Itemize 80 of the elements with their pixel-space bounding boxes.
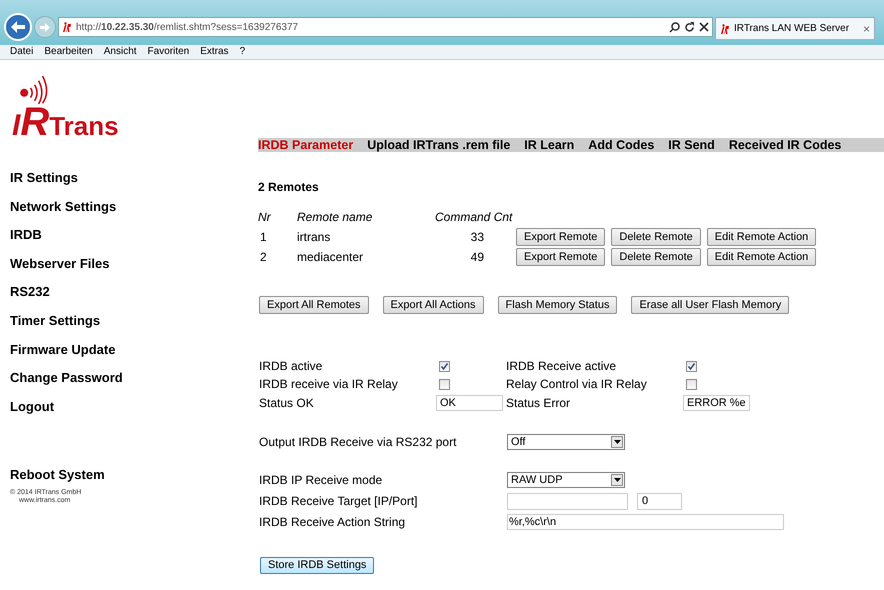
nav-tab[interactable]: IRDB Parameter	[258, 138, 354, 152]
setting-label: IRDB receive via IR Relay	[259, 377, 399, 391]
refresh-icon[interactable]	[684, 22, 695, 32]
column-header: Remote name	[297, 210, 374, 224]
favicon-icon	[62, 22, 72, 32]
dropdown[interactable]: Off	[507, 434, 625, 450]
input-field[interactable]: OK	[436, 395, 503, 411]
action-button[interactable]: Delete Remote	[611, 248, 701, 266]
menu-item[interactable]: Datei	[10, 47, 34, 57]
sidebar-link[interactable]: Network Settings	[10, 198, 250, 216]
column-header: Nr	[258, 210, 272, 224]
menu-item[interactable]: Ansicht	[104, 47, 137, 57]
reboot-link[interactable]: Reboot System	[10, 467, 250, 484]
sidebar-link[interactable]: Logout	[10, 398, 250, 416]
store-button[interactable]: Store IRDB Settings	[260, 557, 374, 574]
address-bar[interactable]: http://10.22.35.30/remlist.shtm?sess=1639276377	[58, 17, 713, 37]
sidebar-link[interactable]: IR Settings	[10, 170, 250, 187]
stop-icon[interactable]	[699, 22, 709, 32]
sidebar-link[interactable]: Timer Settings	[10, 312, 250, 330]
search-icon[interactable]	[669, 22, 680, 32]
ip-address-field[interactable]	[507, 492, 628, 510]
close-button[interactable]: ×	[862, 22, 870, 34]
sidebar-link[interactable]: Firmware Update	[10, 342, 250, 358]
flash-button[interactable]: Export All Remotes	[259, 296, 369, 314]
action-button[interactable]: Edit Remote Action	[706, 248, 816, 266]
table-cell-text: 1	[259, 230, 268, 244]
menu-item[interactable]: Favoriten	[148, 47, 190, 57]
setting-label: IRDB Receive Action String	[259, 514, 406, 531]
sidebar-link[interactable]: RS232	[10, 284, 250, 301]
back-button[interactable]	[4, 13, 32, 41]
checkbox[interactable]	[439, 360, 450, 372]
logo-text: R	[20, 102, 50, 142]
setting-label: Status Error	[506, 396, 572, 410]
menu-item[interactable]: ?	[240, 47, 246, 57]
remotes-heading: 2 Remotes	[258, 180, 320, 194]
logo-text: Trans	[49, 113, 119, 139]
sidebar-link[interactable]: Webserver Files	[10, 256, 250, 272]
nav-tab[interactable]: Upload IRTrans .rem file	[367, 138, 510, 152]
favicon-icon	[720, 24, 730, 34]
setting-label: Relay Control via IR Relay	[506, 377, 648, 391]
nav-tab[interactable]: IR Learn	[524, 138, 574, 152]
action-button[interactable]: Export Remote	[516, 248, 606, 266]
table-cell-text: 49	[470, 250, 485, 264]
url-text: http://10.22.35.30/remlist.shtm?sess=1639276377	[76, 20, 298, 34]
action-string-field[interactable]: %r,%c\r\n	[507, 514, 784, 530]
left-arrow-icon	[11, 21, 25, 33]
logo-text: I	[12, 111, 20, 141]
table-cell-text: mediacenter	[297, 250, 364, 264]
flash-button[interactable]: Export All Actions	[382, 296, 484, 314]
setting-label: Output IRDB Receive via RS232 port	[259, 434, 458, 451]
table-cell-text: 2	[259, 250, 268, 264]
checkbox[interactable]	[439, 378, 450, 390]
sidebar-link[interactable]: Change Password	[10, 370, 250, 387]
browser-tab[interactable]: IRTrans LAN WEB Server ×	[715, 17, 875, 39]
setting-label: IRDB IP Receive mode	[259, 472, 384, 489]
setting-label: IRDB active	[259, 359, 324, 373]
nav-tab[interactable]: Received IR Codes	[728, 138, 842, 152]
port-field[interactable]: 0	[637, 492, 682, 510]
action-button[interactable]: Edit Remote Action	[706, 228, 816, 246]
dropdown[interactable]: RAW UDP	[507, 472, 625, 488]
setting-label: Status OK	[259, 396, 315, 410]
sidebar-link[interactable]: IRDB	[10, 227, 250, 244]
input-field[interactable]: ERROR %e	[683, 395, 750, 411]
menu-item[interactable]: Bearbeiten	[44, 47, 93, 57]
table-cell-text: irtrans	[297, 230, 332, 244]
nav-tab[interactable]: IR Send	[668, 138, 715, 152]
action-button[interactable]: Delete Remote	[611, 228, 701, 246]
flash-button[interactable]: Flash Memory Status	[498, 296, 618, 314]
table-cell-text: 33	[470, 230, 485, 244]
menu-item[interactable]: Extras	[200, 47, 229, 57]
checkbox[interactable]	[686, 360, 697, 372]
nav-tab[interactable]: Add Codes	[588, 138, 654, 152]
setting-label: IRDB Receive active	[506, 359, 618, 373]
column-header: Command Cnt	[434, 210, 514, 224]
tab-title: IRTrans LAN WEB Server	[734, 22, 850, 36]
right-arrow-icon	[40, 22, 50, 32]
flash-button[interactable]: Erase all User Flash Memory	[631, 296, 790, 314]
checkbox[interactable]	[686, 378, 697, 390]
action-button[interactable]: Export Remote	[516, 228, 606, 246]
setting-label: IRDB Receive Target [IP/Port]	[259, 493, 419, 510]
